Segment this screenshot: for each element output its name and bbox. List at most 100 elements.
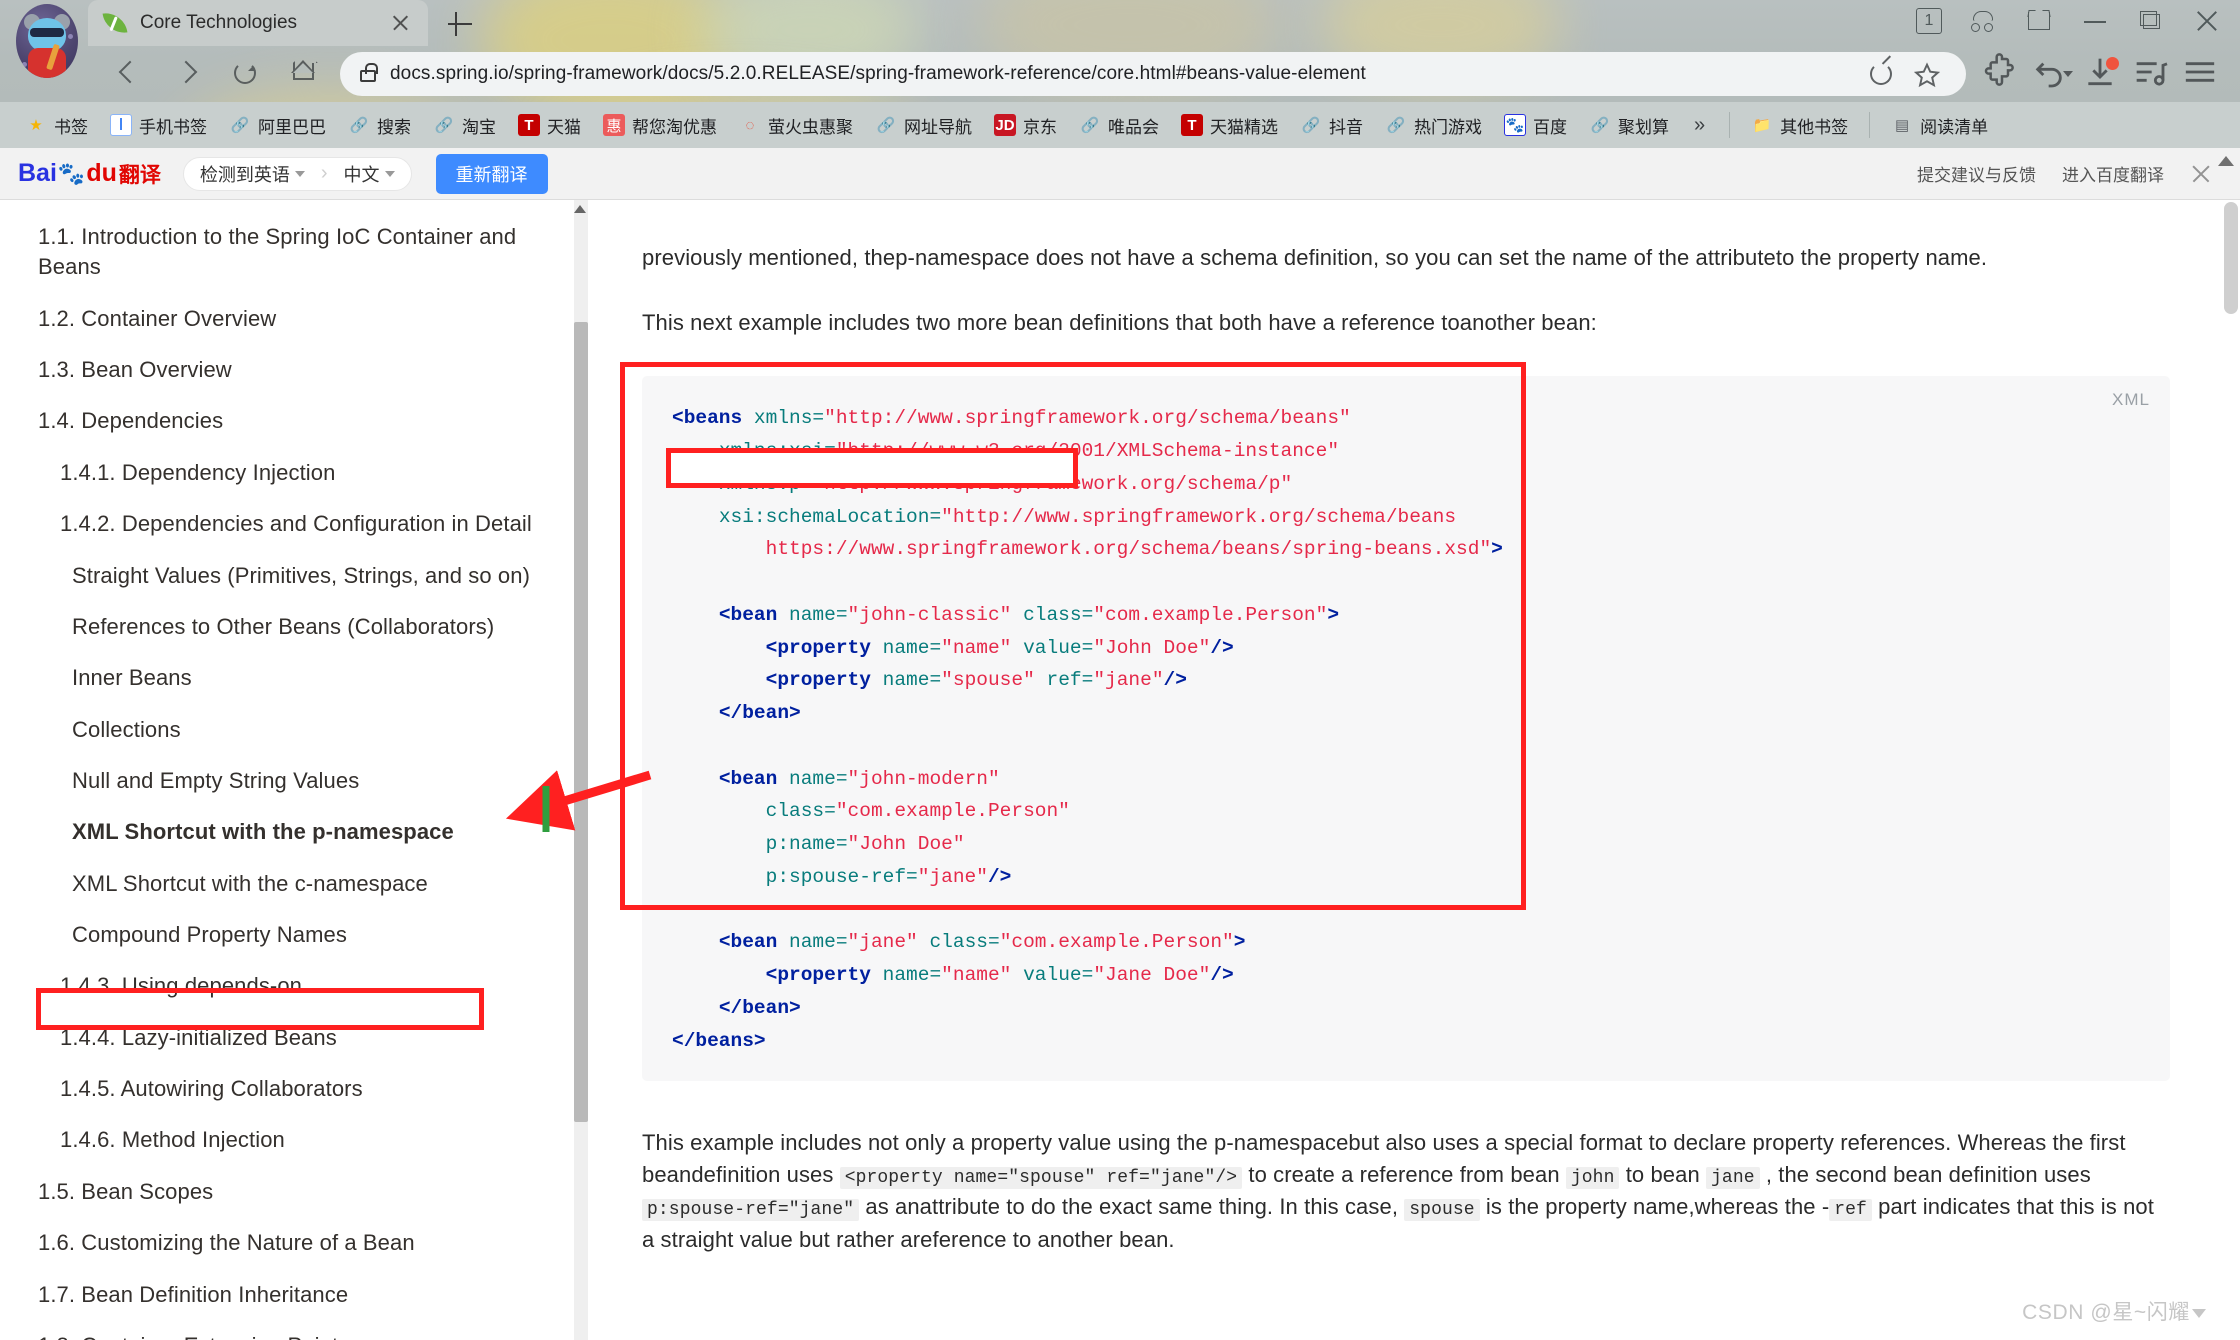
sidebar-item-13[interactable]: XML Shortcut with the c-namespace: [38, 869, 572, 899]
sidebar-item-label: 1.6. Customizing the Nature of a Bean: [38, 1230, 415, 1256]
bookmark-item[interactable]: 🔗 聚划算: [1578, 108, 1680, 142]
share-icon[interactable]: [1862, 54, 1902, 94]
sidebar-item-14[interactable]: Compound Property Names: [38, 920, 572, 950]
browser-tab[interactable]: Core Technologies: [88, 0, 428, 46]
sidebar-item-label: XML Shortcut with the c-namespace: [72, 870, 428, 896]
close-icon[interactable]: [2190, 163, 2212, 185]
chevron-down-icon: [384, 170, 395, 177]
page-scrollbar-thumb[interactable]: [2224, 202, 2238, 314]
forward-icon[interactable]: [166, 52, 210, 96]
sidebar-item-1[interactable]: 1.1. Introduction to the Spring IoC Cont…: [38, 222, 572, 283]
bookmark-item[interactable]: ★ 书签: [14, 108, 99, 142]
bookmark-item[interactable]: 🔗 阿里巴巴: [218, 108, 337, 142]
sidebar-item-label: XML Shortcut with the p-namespace: [72, 819, 454, 845]
shirt-icon[interactable]: [2024, 6, 2054, 36]
bookmark-item[interactable]: 🔗 淘宝: [422, 108, 507, 142]
reading-list-icon: ▤: [1895, 117, 1910, 134]
sidebar-item-20[interactable]: 1.6. Customizing the Nature of a Bean: [38, 1228, 572, 1258]
sidebar-item-16[interactable]: 1.4.4. Lazy-initialized Beans: [38, 1023, 572, 1053]
source-language-dropdown[interactable]: 检测到英语: [200, 161, 305, 187]
sidebar-item-18[interactable]: 1.4.6. Method Injection: [38, 1125, 572, 1155]
folder-icon: 📁: [1752, 117, 1772, 134]
star-icon[interactable]: [1906, 54, 1946, 94]
sidebar-item-15[interactable]: 1.4.3. Using depends-on: [38, 971, 572, 1001]
feedback-link[interactable]: 提交建议与反馈: [1917, 161, 2036, 186]
sidebar-item-3[interactable]: 1.3. Bean Overview: [38, 355, 572, 385]
retranslate-button[interactable]: 重新翻译: [435, 153, 548, 194]
bookmark-item[interactable]: 惠帮您淘优惠: [592, 108, 728, 142]
sidebar-item-7[interactable]: Straight Values (Primitives, Strings, an…: [38, 561, 572, 591]
tab-count-badge[interactable]: 1: [1916, 8, 1942, 34]
link-icon: 🔗: [1590, 117, 1610, 134]
code-token-tg: </bean>: [718, 996, 801, 1019]
minimize-icon[interactable]: [2080, 6, 2110, 36]
bookmark-item[interactable]: T 天猫精选: [1170, 108, 1289, 142]
bookmark-item[interactable]: 🐾 百度: [1493, 108, 1578, 142]
close-icon[interactable]: [388, 10, 414, 36]
code-token-tg: <property: [765, 636, 871, 659]
link-icon: 🔗: [230, 117, 250, 134]
code-token-at: class=: [1011, 603, 1094, 626]
bookmark-item[interactable]: 🔗 抖音: [1289, 108, 1374, 142]
sidebar-item-2[interactable]: 1.2. Container Overview: [38, 304, 572, 334]
history-back-dropdown-icon[interactable]: [2030, 52, 2074, 96]
sidebar-item-label: 1.4.2. Dependencies and Configuration in…: [60, 511, 532, 537]
sidebar-item-5[interactable]: 1.4.1. Dependency Injection: [38, 458, 572, 488]
sidebar-item-label: 1.4.3. Using depends-on: [60, 973, 303, 999]
sidebar-item-4[interactable]: 1.4. Dependencies: [38, 406, 572, 436]
sidebar-item-6[interactable]: 1.4.2. Dependencies and Configuration in…: [38, 509, 572, 539]
bookmark-item[interactable]: 🔗 网址导航: [864, 108, 983, 142]
enter-baidu-translate-link[interactable]: 进入百度翻译: [2062, 161, 2164, 186]
profile-avatar[interactable]: [16, 4, 78, 78]
media-playlist-icon[interactable]: [2130, 52, 2174, 96]
bookmark-item[interactable]: 🔗 热门游戏: [1374, 108, 1493, 142]
bookmark-item[interactable]: 🔗 唯品会: [1068, 108, 1170, 142]
scroll-up-arrow-icon[interactable]: [2218, 156, 2234, 166]
bookmark-item[interactable]: T 天猫: [507, 108, 592, 142]
window-controls: 1: [1916, 6, 2222, 36]
sidebar-scroll-up-arrow-icon[interactable]: [574, 205, 586, 213]
extensions-icon[interactable]: [1980, 52, 2024, 96]
menu-icon[interactable]: [2180, 52, 2224, 96]
sidebar-scrollbar-thumb[interactable]: [574, 322, 588, 1122]
code-token-tg: <beans: [672, 407, 743, 430]
home-icon[interactable]: [282, 52, 326, 96]
source-language-label: 检测到英语: [199, 164, 290, 185]
incognito-icon[interactable]: [1968, 6, 1998, 36]
downloads-icon[interactable]: [2080, 52, 2124, 96]
sidebar-item-8[interactable]: References to Other Beans (Collaborators…: [38, 612, 572, 642]
back-icon[interactable]: [108, 52, 152, 96]
reload-icon[interactable]: [224, 52, 268, 96]
bookmark-item[interactable]: JD 京东: [983, 108, 1068, 142]
clipped-line-top: [642, 222, 2170, 236]
bookmark-item[interactable]: ◌ 萤火虫惠聚: [728, 108, 864, 142]
bookmark-item[interactable]: 手机书签: [99, 108, 218, 142]
browser-chrome: Core Technologies 1 docs.spring.io/sprin: [0, 0, 2240, 148]
tmall-icon: T: [1181, 114, 1203, 136]
new-tab-button[interactable]: [444, 8, 476, 40]
sidebar-item-11[interactable]: Null and Empty String Values: [38, 766, 572, 796]
sidebar-item-9[interactable]: Inner Beans: [38, 663, 572, 693]
code-token-at: class=: [917, 931, 1000, 954]
sidebar-item-19[interactable]: 1.5. Bean Scopes: [38, 1177, 572, 1207]
reading-list-button[interactable]: ▤ 阅读清单: [1880, 108, 1999, 142]
language-selector[interactable]: 检测到英语 › 中文: [182, 156, 412, 191]
bookmark-item[interactable]: 🔗 搜索: [337, 108, 422, 142]
other-bookmarks-button[interactable]: 📁 其他书签: [1740, 108, 1859, 142]
page-scrollbar-track[interactable]: [2222, 200, 2240, 1340]
logo-fanyi: 翻译: [118, 163, 161, 187]
baidu-translate-logo: Bai 🐾 du 翻译: [18, 159, 161, 189]
sidebar-item-10[interactable]: Collections: [38, 715, 572, 745]
sidebar-item-17[interactable]: 1.4.5. Autowiring Collaborators: [38, 1074, 572, 1104]
sidebar-item-12[interactable]: XML Shortcut with the p-namespace: [38, 817, 454, 847]
window-close-icon[interactable]: [2192, 6, 2222, 36]
sidebar-item-22[interactable]: 1.8. Container Extension Points: [38, 1331, 572, 1340]
target-language-dropdown[interactable]: 中文: [344, 161, 395, 187]
paragraph-next-example: This next example includes two more bean…: [642, 310, 1597, 336]
address-bar[interactable]: docs.spring.io/spring-framework/docs/5.2…: [340, 52, 1966, 96]
bookmark-label: 手机书签: [139, 117, 207, 137]
restore-icon[interactable]: [2136, 6, 2166, 36]
code-token-tg: >: [1327, 603, 1340, 626]
bookmarks-overflow-button[interactable]: »: [1680, 114, 1719, 137]
sidebar-item-21[interactable]: 1.7. Bean Definition Inheritance: [38, 1280, 572, 1310]
